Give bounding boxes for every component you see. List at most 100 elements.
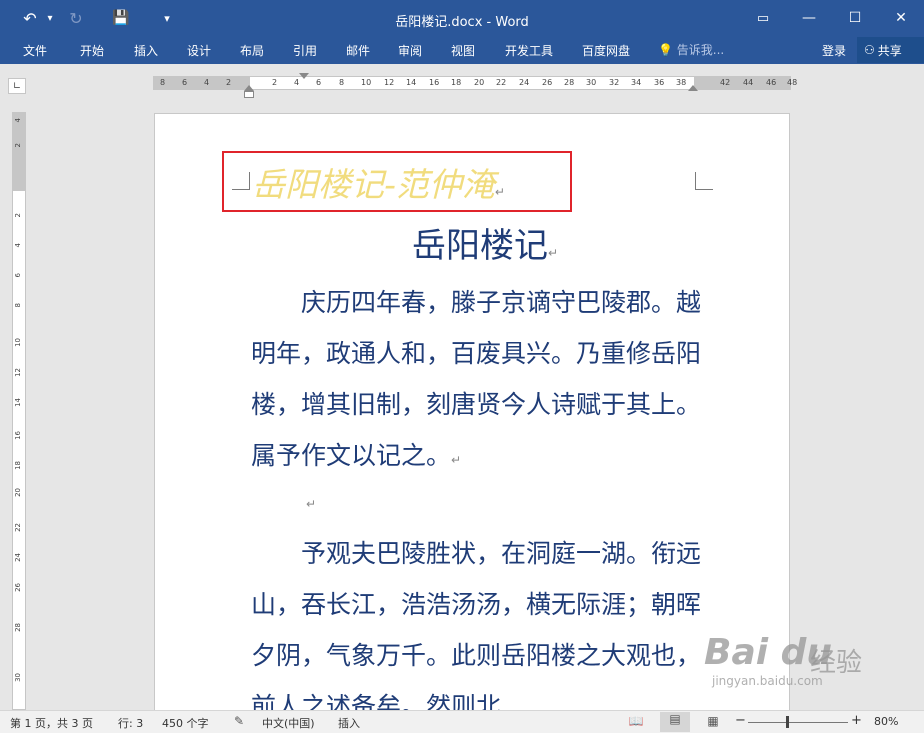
ruler-tick: 28 [14,623,22,632]
ruler-tick: 28 [564,78,575,87]
ruler-tick: 30 [14,673,22,682]
zoom-level[interactable]: 80% [874,715,898,728]
document-page[interactable]: 岳阳楼记-范仲淹↵ 岳阳楼记↵ 庆历四年春，滕子京谪守巴陵郡。越明年，政通人和，… [154,113,790,713]
ruler-tick: 42 [720,78,731,87]
ruler-tick: 48 [787,78,798,87]
ruler-tick: 14 [14,398,22,407]
read-mode-icon[interactable]: 📖 [628,714,644,730]
right-indent-marker[interactable] [688,85,698,91]
ruler-tick: 6 [182,78,188,87]
tab-references[interactable]: 引用 [293,42,317,59]
status-language[interactable]: 中文(中国) [262,715,315,731]
zoom-in-button[interactable]: + [851,713,862,728]
ruler-tick: 2 [14,143,22,148]
baidu-jingyan-watermark: Bai du 经验 jingyan.baidu.com [704,632,884,692]
tab-review[interactable]: 审阅 [398,42,422,59]
ruler-tick: 26 [14,583,22,592]
highlight-box [222,151,572,212]
ruler-tick: 18 [14,461,22,470]
tab-developer[interactable]: 开发工具 [505,42,553,59]
ruler-tick: 4 [14,118,22,123]
ribbon-display-options-icon[interactable]: ▭ [740,4,786,32]
status-insert-mode[interactable]: 插入 [338,715,360,731]
vertical-ruler[interactable]: 4 2 2 4 6 8 10 12 14 16 18 20 22 24 26 28 30 [12,112,26,710]
ruler-tick: 14 [406,78,417,87]
ruler-tick: 12 [384,78,395,87]
ruler-tick: 16 [14,431,22,440]
ruler-tick: 30 [586,78,597,87]
tab-baidu-netdisk[interactable]: 百度网盘 [582,42,630,59]
zoom-slider-track[interactable] [748,722,848,723]
zoom-slider-thumb[interactable] [786,716,789,728]
ruler-tick: 8 [160,78,166,87]
ruler-tick: 22 [14,523,22,532]
empty-paragraph-mark: ↵ [306,497,317,511]
ruler-tick: 22 [496,78,507,87]
ruler-tick: 46 [766,78,777,87]
close-button[interactable]: ✕ [878,4,924,32]
tab-mailings[interactable]: 邮件 [346,42,370,59]
tell-me-search[interactable]: 💡 告诉我... [658,41,724,58]
tab-design[interactable]: 设计 [187,42,211,59]
ruler-tick: 24 [14,553,22,562]
document-workspace: ∟ 8 6 4 2 2 4 6 8 10 12 14 16 18 20 22 24 26 28 30 32 34 36 38… [0,64,924,713]
ruler-tick: 44 [743,78,754,87]
ruler-tick: 20 [474,78,485,87]
maximize-button[interactable]: ☐ [832,4,878,32]
ruler-tick: 2 [14,213,22,218]
ruler-tick: 16 [429,78,440,87]
ruler-tick: 10 [14,338,22,347]
ruler-tick: 8 [14,303,22,308]
lightbulb-icon: 💡 [658,43,673,57]
document-heading[interactable]: 岳阳楼记↵ [155,218,789,267]
proofing-icon[interactable]: ✎ [231,714,247,730]
login-button[interactable]: 登录 [822,42,846,59]
ruler-tick: 18 [451,78,462,87]
print-layout-icon[interactable]: ▤ [660,712,690,732]
ruler-tick: 8 [339,78,345,87]
crop-mark-top-right [695,172,713,190]
minimize-button[interactable]: — [786,4,832,32]
ruler-tick: 4 [14,243,22,248]
ruler-tick: 38 [676,78,687,87]
status-word-count[interactable]: 450 个字 [162,715,209,731]
paragraph-2[interactable]: 予观夫巴陵胜状，在洞庭一湖。衔远山，吞长江，浩浩汤汤，横无际涯；朝晖夕阴，气象万… [251,528,721,712]
tab-layout[interactable]: 布局 [240,42,264,59]
tab-home[interactable]: 开始 [80,42,104,59]
ruler-tick: 2 [226,78,232,87]
ruler-margin-left [154,77,250,89]
ruler-tick: 2 [272,78,278,87]
title-bar: ↶ ▾ ↻ 💾 ▾ 岳阳楼记.docx - Word ▭ — ☐ ✕ [0,0,924,36]
tab-view[interactable]: 视图 [451,42,475,59]
ruler-margin-top [13,113,25,191]
ruler-tick: 26 [542,78,553,87]
ruler-tick: 6 [14,273,22,278]
status-bar: 第 1 页，共 3 页 行: 3 450 个字 ✎ 中文(中国) 插入 📖 ▤ … [0,710,924,733]
share-label: 共享 [877,43,902,58]
tab-selector[interactable]: ∟ [8,78,26,94]
person-icon: ⚇ [864,43,875,57]
share-button[interactable]: ⚇ 共享 [857,37,924,63]
ruler-tick: 12 [14,368,22,377]
ruler-tick: 36 [654,78,665,87]
left-indent-marker[interactable] [244,91,254,98]
ruler-tick: 34 [631,78,642,87]
web-layout-icon[interactable]: ▦ [705,714,721,730]
status-page[interactable]: 第 1 页，共 3 页 [10,715,93,731]
ruler-tick: 24 [519,78,530,87]
tell-me-placeholder: 告诉我... [676,43,725,57]
ribbon-tabs: 文件 开始 插入 设计 布局 引用 邮件 审阅 视图 开发工具 百度网盘 💡 告… [0,36,924,64]
tab-file[interactable]: 文件 [23,42,47,59]
first-line-indent-marker[interactable] [299,73,309,79]
ruler-tick: 4 [204,78,210,87]
zoom-out-button[interactable]: − [735,713,746,728]
status-line: 行: 3 [118,717,144,730]
ruler-tick: 10 [361,78,372,87]
ruler-tick: 6 [316,78,322,87]
paragraph-1[interactable]: 庆历四年春，滕子京谪守巴陵郡。越明年，政通人和，百废具兴。乃重修岳阳楼，增其旧制… [251,277,721,486]
ruler-tick: 4 [294,78,300,87]
ruler-tick: 20 [14,488,22,497]
tab-insert[interactable]: 插入 [134,42,158,59]
watermark-url: jingyan.baidu.com [712,674,823,688]
ruler-tick: 32 [609,78,620,87]
